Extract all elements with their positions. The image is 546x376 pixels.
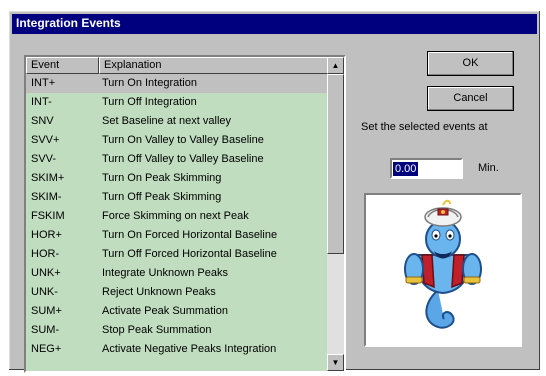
- list-item[interactable]: FSKIM Force Skimming on next Peak: [26, 207, 327, 226]
- list-item[interactable]: NEG+ Activate Negative Peaks Integration: [26, 340, 327, 359]
- down-arrow-icon: ▼: [331, 358, 340, 367]
- event-code: SKIM-: [31, 191, 62, 203]
- event-explanation: Force Skimming on next Peak: [102, 210, 249, 222]
- event-explanation: Activate Negative Peaks Integration: [102, 343, 277, 355]
- event-code: NEG+: [31, 343, 62, 355]
- event-explanation: Set Baseline at next valley: [102, 115, 232, 127]
- list-item[interactable]: SVV- Turn Off Valley to Valley Baseline: [26, 150, 327, 169]
- genie-illustration: [404, 199, 482, 329]
- event-code: UNK-: [31, 286, 58, 298]
- vertical-scrollbar[interactable]: ▲ ▼: [327, 57, 344, 371]
- list-item[interactable]: SNV Set Baseline at next valley: [26, 112, 327, 131]
- list-item[interactable]: SKIM- Turn Off Peak Skimming: [26, 188, 327, 207]
- event-explanation: Turn Off Integration: [102, 96, 197, 108]
- event-code: INT+: [31, 77, 56, 89]
- events-list[interactable]: Event Explanation INT+ Turn On Integratio…: [24, 55, 346, 373]
- event-code: INT-: [31, 96, 52, 108]
- event-explanation: Turn On Integration: [102, 77, 197, 89]
- event-explanation: Turn Off Forced Horizontal Baseline: [102, 248, 277, 260]
- scroll-up-button[interactable]: ▲: [327, 57, 344, 74]
- event-explanation: Turn Off Valley to Valley Baseline: [102, 153, 264, 165]
- event-code: SVV+: [31, 134, 60, 146]
- list-item[interactable]: UNK- Reject Unknown Peaks: [26, 283, 327, 302]
- time-prompt-label: Set the selected events at: [361, 121, 488, 133]
- window-title: Integration Events: [16, 16, 121, 30]
- event-code: SVV-: [31, 153, 57, 165]
- list-item[interactable]: SVV+ Turn On Valley to Valley Baseline: [26, 131, 327, 150]
- event-explanation: Turn On Peak Skimming: [102, 172, 222, 184]
- cancel-button[interactable]: Cancel: [427, 86, 514, 111]
- column-header-explanation[interactable]: Explanation: [99, 57, 331, 74]
- scroll-down-button[interactable]: ▼: [327, 354, 344, 371]
- event-code: SUM-: [31, 324, 60, 336]
- list-item[interactable]: SUM+ Activate Peak Summation: [26, 302, 327, 321]
- list-item[interactable]: HOR+ Turn On Forced Horizontal Baseline: [26, 226, 327, 245]
- list-item[interactable]: UNK+ Integrate Unknown Peaks: [26, 264, 327, 283]
- list-item[interactable]: SKIM+ Turn On Peak Skimming: [26, 169, 327, 188]
- integration-events-dialog: Integration Events Event Explanation INT…: [8, 10, 541, 373]
- list-item[interactable]: INT- Turn Off Integration: [26, 93, 327, 112]
- list-header: Event Explanation: [26, 57, 331, 74]
- event-explanation: Turn Off Peak Skimming: [102, 191, 222, 203]
- time-unit-label: Min.: [478, 162, 499, 174]
- column-header-event[interactable]: Event: [26, 57, 99, 74]
- time-input-value: 0.00: [393, 162, 419, 176]
- event-explanation: Integrate Unknown Peaks: [102, 267, 228, 279]
- events-list-content: Event Explanation INT+ Turn On Integratio…: [26, 57, 331, 371]
- time-input[interactable]: 0.00: [390, 158, 463, 179]
- event-explanation: Turn On Forced Horizontal Baseline: [102, 229, 278, 241]
- event-explanation: Stop Peak Summation: [102, 324, 212, 336]
- genie-image-frame: [364, 193, 522, 347]
- list-rows: INT+ Turn On Integration INT- Turn Off Inte…: [26, 74, 327, 359]
- event-explanation: Activate Peak Summation: [102, 305, 228, 317]
- event-code: HOR+: [31, 229, 62, 241]
- up-arrow-icon: ▲: [331, 61, 340, 70]
- list-item[interactable]: SUM- Stop Peak Summation: [26, 321, 327, 340]
- event-code: UNK+: [31, 267, 61, 279]
- event-code: SUM+: [31, 305, 62, 317]
- event-code: HOR-: [31, 248, 60, 260]
- event-explanation: Turn On Valley to Valley Baseline: [102, 134, 264, 146]
- title-bar[interactable]: Integration Events: [12, 14, 537, 34]
- list-item[interactable]: INT+ Turn On Integration: [26, 74, 327, 93]
- event-code: SKIM+: [31, 172, 65, 184]
- event-code: FSKIM: [31, 210, 65, 222]
- event-code: SNV: [31, 115, 54, 127]
- event-explanation: Reject Unknown Peaks: [102, 286, 216, 298]
- scroll-thumb[interactable]: [327, 74, 344, 254]
- list-item[interactable]: HOR- Turn Off Forced Horizontal Baseline: [26, 245, 327, 264]
- ok-button[interactable]: OK: [427, 51, 514, 76]
